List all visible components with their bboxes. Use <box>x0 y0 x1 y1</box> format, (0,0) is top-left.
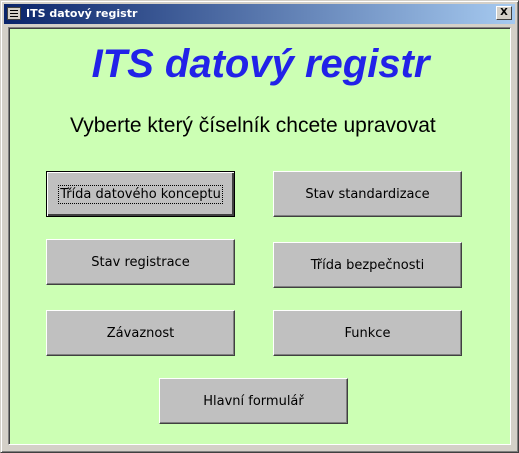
stav-standardizace-label: Stav standardizace <box>305 186 430 202</box>
title-bar[interactable]: ITS datový registr X <box>4 4 515 24</box>
form-heading: ITS datový registr <box>91 42 430 86</box>
form-instruction: Vyberte který číselník chcete upravovat <box>70 114 436 137</box>
form-body: ITS datový registr Vyberte který číselní… <box>8 27 511 445</box>
window-title: ITS datový registr <box>26 7 138 20</box>
trida-konceptu-button[interactable]: Třída datového konceptu <box>46 171 235 217</box>
close-icon: X <box>500 7 508 18</box>
trida-bezpecnosti-label: Třída bezpečnosti <box>310 257 425 273</box>
stav-registrace-label: Stav registrace <box>91 254 190 270</box>
funkce-button[interactable]: Funkce <box>273 310 462 356</box>
funkce-label: Funkce <box>344 325 391 341</box>
app-window: ITS datový registr X ITS datový registr … <box>0 0 519 453</box>
trida-bezpecnosti-button[interactable]: Třída bezpečnosti <box>273 242 462 288</box>
stav-standardizace-button[interactable]: Stav standardizace <box>273 171 462 217</box>
zavaznost-button[interactable]: Závaznost <box>46 310 235 356</box>
stav-registrace-button[interactable]: Stav registrace <box>46 239 235 285</box>
trida-konceptu-label: Třída datového konceptu <box>58 184 223 204</box>
form-icon[interactable] <box>7 7 21 20</box>
hlavni-formular-button[interactable]: Hlavní formulář <box>159 378 348 424</box>
hlavni-formular-label: Hlavní formulář <box>203 393 304 409</box>
zavaznost-label: Závaznost <box>106 325 175 341</box>
close-button[interactable]: X <box>496 6 512 20</box>
